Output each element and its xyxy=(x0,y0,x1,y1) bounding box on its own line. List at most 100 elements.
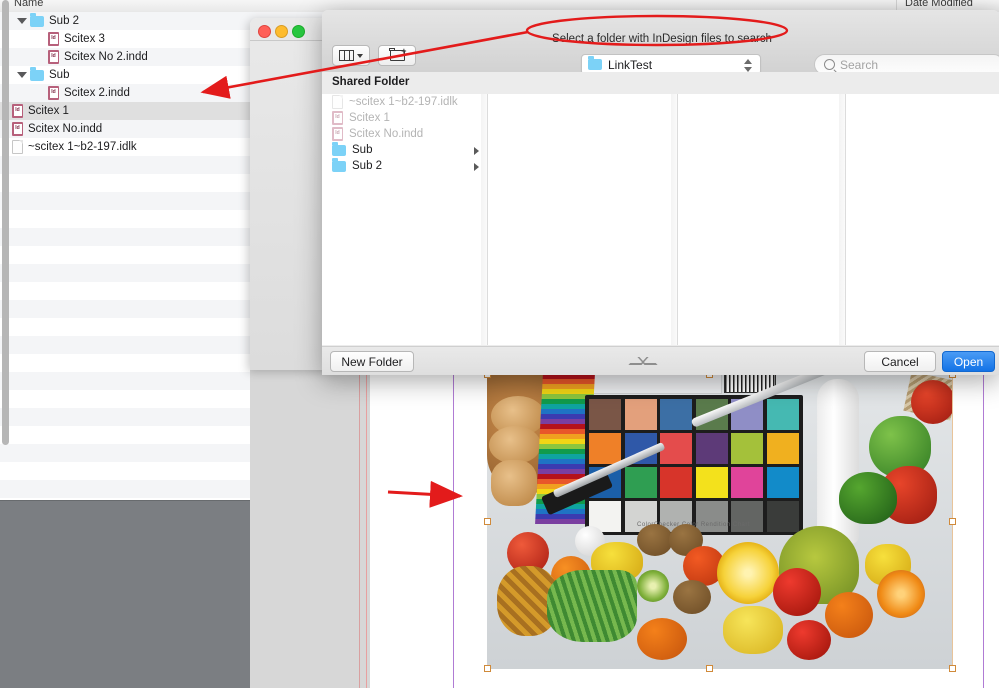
dialog-titlebar: Select a folder with InDesign files to s… xyxy=(322,10,999,75)
colorchecker-swatch xyxy=(767,501,799,532)
file-name-label: Sub xyxy=(49,69,70,81)
view-mode-button[interactable] xyxy=(332,45,370,66)
section-header-label: Shared Folder xyxy=(332,76,410,88)
colorchecker-swatch xyxy=(624,399,657,430)
colorchecker-swatch xyxy=(660,467,693,498)
file-name-label: Scitex No.indd xyxy=(28,123,103,135)
dialog-footer: New Folder Cancel Open xyxy=(322,346,999,375)
chevron-down-icon xyxy=(357,53,363,58)
photo-green-pepper-2 xyxy=(839,472,897,524)
browser-column-3[interactable] xyxy=(678,94,845,345)
placed-image: ColorChecker Color Rendition Chart xyxy=(487,374,952,669)
scrollbar-thumb[interactable] xyxy=(2,0,9,445)
file-name-label: Sub 2 xyxy=(49,15,80,27)
colorchecker-swatch xyxy=(660,433,693,464)
colorchecker-swatch xyxy=(767,467,799,498)
folder-icon xyxy=(332,157,346,172)
selected-image-frame[interactable]: ColorChecker Color Rendition Chart xyxy=(464,371,956,674)
browser-column-1[interactable]: ~scitex 1~b2-197.idlk Scitex 1 Scitex No.i… xyxy=(322,94,487,345)
list-item-label: ~scitex 1~b2-197.idlk xyxy=(349,96,458,108)
indesign-file-icon xyxy=(48,50,59,64)
frame-handle-bottom-right[interactable] xyxy=(949,665,956,672)
list-item: Scitex 1 xyxy=(322,110,487,126)
column-browser: ~scitex 1~b2-197.idlk Scitex 1 Scitex No.i… xyxy=(322,94,999,345)
colorchecker-swatch xyxy=(695,467,728,498)
generic-document-icon xyxy=(332,95,343,109)
photo-apple xyxy=(773,568,821,616)
column-header-name[interactable]: Name xyxy=(14,0,43,9)
colorchecker-swatch xyxy=(767,433,799,464)
photo-kiwi-3 xyxy=(673,580,711,614)
file-name-label: Scitex 3 xyxy=(64,33,105,45)
colorchecker-swatch xyxy=(624,467,657,498)
frame-handle-bottom-left[interactable] xyxy=(484,665,491,672)
list-item[interactable]: Sub 2 xyxy=(322,157,487,174)
frame-handle-middle-right[interactable] xyxy=(949,518,956,525)
frame-handle-bottom-center[interactable] xyxy=(706,665,713,672)
file-name-label: ~scitex 1~b2-197.idlk xyxy=(28,141,137,153)
zoom-button[interactable] xyxy=(292,25,305,38)
photo-orange-cut xyxy=(877,570,925,618)
colorchecker-swatch xyxy=(695,433,728,464)
open-folder-dialog: Select a folder with InDesign files to s… xyxy=(322,10,999,375)
photo-device xyxy=(587,374,722,394)
photo-bread-2 xyxy=(489,426,541,464)
colorchecker-swatch xyxy=(589,399,621,430)
resize-chevron-icon[interactable] xyxy=(632,357,652,365)
search-icon xyxy=(824,59,835,70)
generic-document-icon xyxy=(12,140,23,154)
colorchecker-swatch xyxy=(731,433,764,464)
slug-guide xyxy=(359,370,360,688)
folder-icon xyxy=(588,56,602,70)
colorchecker-swatch xyxy=(589,433,621,464)
file-name-label: Scitex 2.indd xyxy=(64,87,130,99)
browser-column-4[interactable] xyxy=(846,94,999,345)
photo-bread-3 xyxy=(491,460,537,506)
file-name-label: Scitex No 2.indd xyxy=(64,51,148,63)
dialog-section-header-bar: Shared Folder xyxy=(322,72,999,95)
list-item[interactable]: Sub xyxy=(322,141,487,158)
indesign-file-icon xyxy=(48,86,59,100)
frame-handle-middle-left[interactable] xyxy=(484,518,491,525)
column-view-icon xyxy=(339,50,354,61)
browser-column-2[interactable] xyxy=(488,94,677,345)
file-list-scrollbar[interactable] xyxy=(2,0,9,445)
list-item-label: Scitex 1 xyxy=(349,112,390,124)
open-button[interactable]: Open xyxy=(942,351,995,372)
new-folder-button[interactable]: New Folder xyxy=(330,351,414,372)
photo-pineapple-leaves xyxy=(547,570,637,642)
cancel-button[interactable]: Cancel xyxy=(864,351,936,372)
file-name-label: Scitex 1 xyxy=(28,105,69,117)
photo-grapefruit-cut xyxy=(717,542,779,604)
plus-icon: + xyxy=(401,46,407,56)
list-item: ~scitex 1~b2-197.idlk xyxy=(322,94,487,110)
photo-kiwi-cut xyxy=(637,570,669,602)
margin-guide-left xyxy=(453,370,454,688)
margin-guide-right xyxy=(983,370,984,688)
chevron-right-icon xyxy=(474,163,479,171)
indesign-file-icon xyxy=(332,127,343,141)
indesign-file-icon xyxy=(332,111,343,125)
photo-tomato-2 xyxy=(787,620,831,660)
disclosure-triangle[interactable] xyxy=(17,17,27,26)
new-folder-toolbar-button[interactable]: + xyxy=(378,45,416,66)
close-button[interactable] xyxy=(258,25,271,38)
indesign-file-icon xyxy=(12,122,23,136)
photo-lemon-3 xyxy=(723,606,783,654)
list-item: Scitex No.indd xyxy=(322,126,487,142)
popup-stepper-icon xyxy=(744,59,753,72)
minimize-button[interactable] xyxy=(275,25,288,38)
list-item-label: Scitex No.indd xyxy=(349,128,424,140)
chevron-right-icon xyxy=(474,147,479,155)
folder-icon xyxy=(30,12,44,27)
new-folder-icon: + xyxy=(389,46,407,61)
photo-red-pepper-top xyxy=(911,380,952,424)
colorchecker-swatch xyxy=(660,399,693,430)
dialog-message: Select a folder with InDesign files to s… xyxy=(552,33,772,45)
photo-kiwi-1 xyxy=(637,524,673,556)
bleed-guide xyxy=(366,370,367,688)
disclosure-triangle[interactable] xyxy=(17,71,27,80)
photo-orange-3 xyxy=(825,592,873,638)
column-header-date-modified[interactable]: Date Modified xyxy=(905,0,973,9)
list-item-label: Sub xyxy=(352,144,373,156)
